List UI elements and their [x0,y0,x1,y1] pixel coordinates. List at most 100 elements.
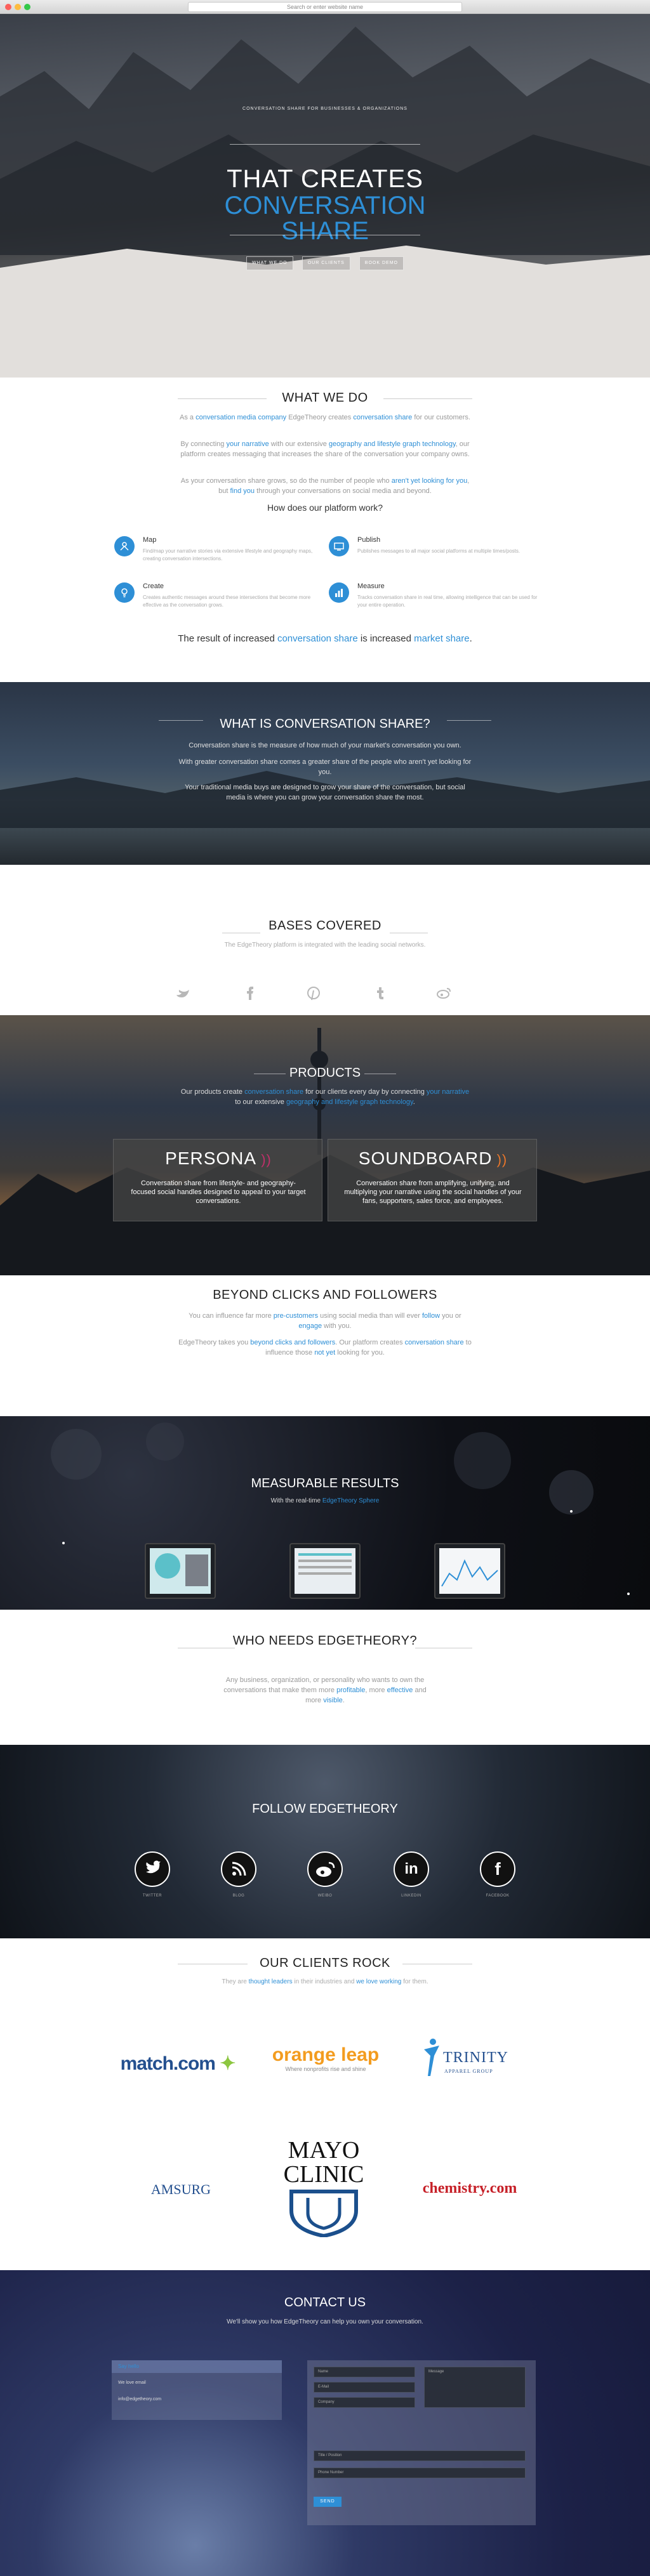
soundboard-card[interactable]: SOUNDBOARD )) Conversation share from am… [328,1139,537,1221]
bases-covered-title: BASES COVERED [269,919,381,933]
address-bar[interactable]: Search or enter website name [188,2,462,12]
create-feature: Create Creates authentic messages around… [114,582,330,621]
contact-info-panel: Say hello We love email info@edgetheory.… [112,2360,282,2420]
create-title: Create [143,582,164,590]
orange-leap-logo: orange leap Where nonprofits rise and sh… [272,2044,380,2072]
bases-subtitle: The EdgeTheory platform is integrated wi… [224,942,426,949]
sphere-screenshot-3[interactable] [434,1543,505,1599]
publish-title: Publish [357,536,381,544]
create-desc: Creates authentic messages around these … [143,595,311,608]
message-field[interactable]: Message [424,2367,526,2408]
chemistry-logo: chemistry.com [422,2180,517,2197]
what-we-do-button[interactable]: WHAT WE DO [246,256,293,270]
hero-title: THAT CREATES [227,165,423,193]
send-button[interactable]: SEND [314,2497,342,2507]
products-title: PRODUCTS [289,1066,361,1080]
publish-feature: Publish Publishes messages to all major … [329,536,545,574]
email-address-link[interactable]: info@edgetheory.com [118,2397,161,2402]
email-field[interactable]: E-Mail [314,2382,415,2393]
weibo-label: WEIBO [317,1894,333,1898]
persona-logo: PERSONA )) [165,1148,272,1168]
book-demo-button[interactable]: BOOK DEMO [359,256,404,270]
publish-desc: Publishes messages to all major social p… [357,548,521,554]
email-label: We love email [118,2381,146,2385]
beyond-clicks-title: BEYOND CLICKS AND FOLLOWERS [213,1288,437,1302]
city-skyline-background [0,1028,650,1275]
beyond-p2: EdgeTheory takes you beyond clicks and f… [178,1339,472,1357]
products-desc: Our products create conversation share f… [180,1088,470,1106]
blog-label: BLOG [232,1894,245,1898]
rss-button[interactable] [221,1851,256,1887]
hero-section: CONVERSATION SHARE FOR BUSINESSES & ORGA… [0,14,650,378]
twitter-label: TWITTER [142,1894,162,1898]
hero-title-line3: SHARE [281,217,369,245]
facebook-label: FACEBOOK [486,1894,510,1898]
clients-subtitle: They are thought leaders in their indust… [222,1978,428,1985]
weibo-icon[interactable] [437,988,451,999]
measure-title: Measure [357,582,385,590]
pinterest-icon[interactable] [307,987,320,1001]
hero-kicker: CONVERSATION SHARE FOR BUSINESSES & ORGA… [242,107,408,111]
measurable-subtitle: With the real-time EdgeTheory Sphere [270,1497,380,1504]
who-needs-desc: Any business, organization, or personali… [223,1676,427,1704]
facebook-button[interactable]: f [480,1851,515,1887]
hero-divider [230,144,420,145]
phone-field[interactable]: Phone Number [314,2468,526,2478]
soundboard-logo: SOUNDBOARD )) [358,1148,508,1168]
weibo-button[interactable] [307,1851,343,1887]
sphere-screenshot-1[interactable] [145,1543,216,1599]
map-feature: Map Find/map your narrative stories via … [114,536,330,574]
match-person-icon: ✦ [215,2053,235,2074]
hero-title-line2: CONVERSATION [224,192,426,220]
name-field[interactable]: Name [314,2367,415,2377]
tumblr-icon[interactable] [377,987,383,999]
bases-icon-row [176,987,451,1001]
measurable-results-title: MEASURABLE RESULTS [251,1476,399,1490]
browser-toolbar: Search or enter website name [0,0,650,14]
company-field[interactable]: Company [314,2397,415,2408]
twitter-icon[interactable] [176,990,189,997]
monitor-icon [329,536,349,556]
what-we-do-title: WHAT WE DO [282,391,368,405]
minimize-window-button[interactable] [15,4,21,10]
contact-section: CONTACT US We'll show you how EdgeTheory… [0,2270,650,2576]
persona-desc: Conversation share from lifestyle- and g… [131,1180,306,1205]
linkedin-label: LINKEDIN [401,1894,421,1898]
persona-waves-icon: )) [256,1152,272,1167]
linkedin-button[interactable]: in [394,1851,429,1887]
conversation-share-title: WHAT IS CONVERSATION SHARE? [220,717,430,731]
what-we-do-p1: As a conversation media company EdgeTheo… [180,414,470,421]
map-desc: Find/map your narrative stories via exte… [143,548,313,562]
clients-title: OUR CLIENTS ROCK [260,1956,390,1970]
facebook-icon[interactable] [247,987,253,1000]
conversation-share-p3: Your traditional media buys are designed… [185,784,465,801]
persona-card[interactable]: PERSONA )) Conversation share from lifes… [113,1139,322,1221]
conversation-share-p1: Conversation share is the measure of how… [189,742,461,749]
trinity-logo: TRINITY APPAREL GROUP [419,2037,527,2081]
mayo-shield-icon [289,2190,358,2238]
zoom-window-button[interactable] [24,4,30,10]
hero-nav: WHAT WE DO OUR CLIENTS BOOK DEMO [246,256,404,270]
what-we-do-p3: As your conversation share grows, so do … [180,477,470,495]
close-window-button[interactable] [5,4,11,10]
divider [383,398,472,399]
soundboard-waves-icon: )) [492,1152,508,1167]
soundboard-desc: Conversation share from amplifying, unif… [344,1180,522,1205]
trinity-figure-icon [424,2039,439,2076]
bar-chart-icon [329,582,349,603]
contact-subtitle: We'll show you how EdgeTheory can help y… [227,2318,423,2325]
match-logo: match.com ✦ [120,2053,236,2074]
twitter-button[interactable] [135,1851,170,1887]
platform-subheading: How does our platform work? [267,503,383,513]
conversation-share-section: WHAT IS CONVERSATION SHARE? Conversation… [0,682,650,865]
map-title: Map [143,536,157,544]
lightbulb-icon [114,582,135,603]
what-we-do-p2: By connecting your narrative with our ex… [180,440,470,458]
follow-section: FOLLOW EDGETHEORY [0,1745,650,1938]
our-clients-button[interactable]: OUR CLIENTS [302,256,350,270]
contact-title: CONTACT US [284,2296,366,2310]
hero-title-accent: CONVERSATION SHARE [0,193,650,244]
sphere-screenshot-2[interactable] [289,1543,361,1599]
follow-title: FOLLOW EDGETHEORY [252,1802,398,1816]
title-position-field[interactable]: Title / Position [314,2450,526,2461]
